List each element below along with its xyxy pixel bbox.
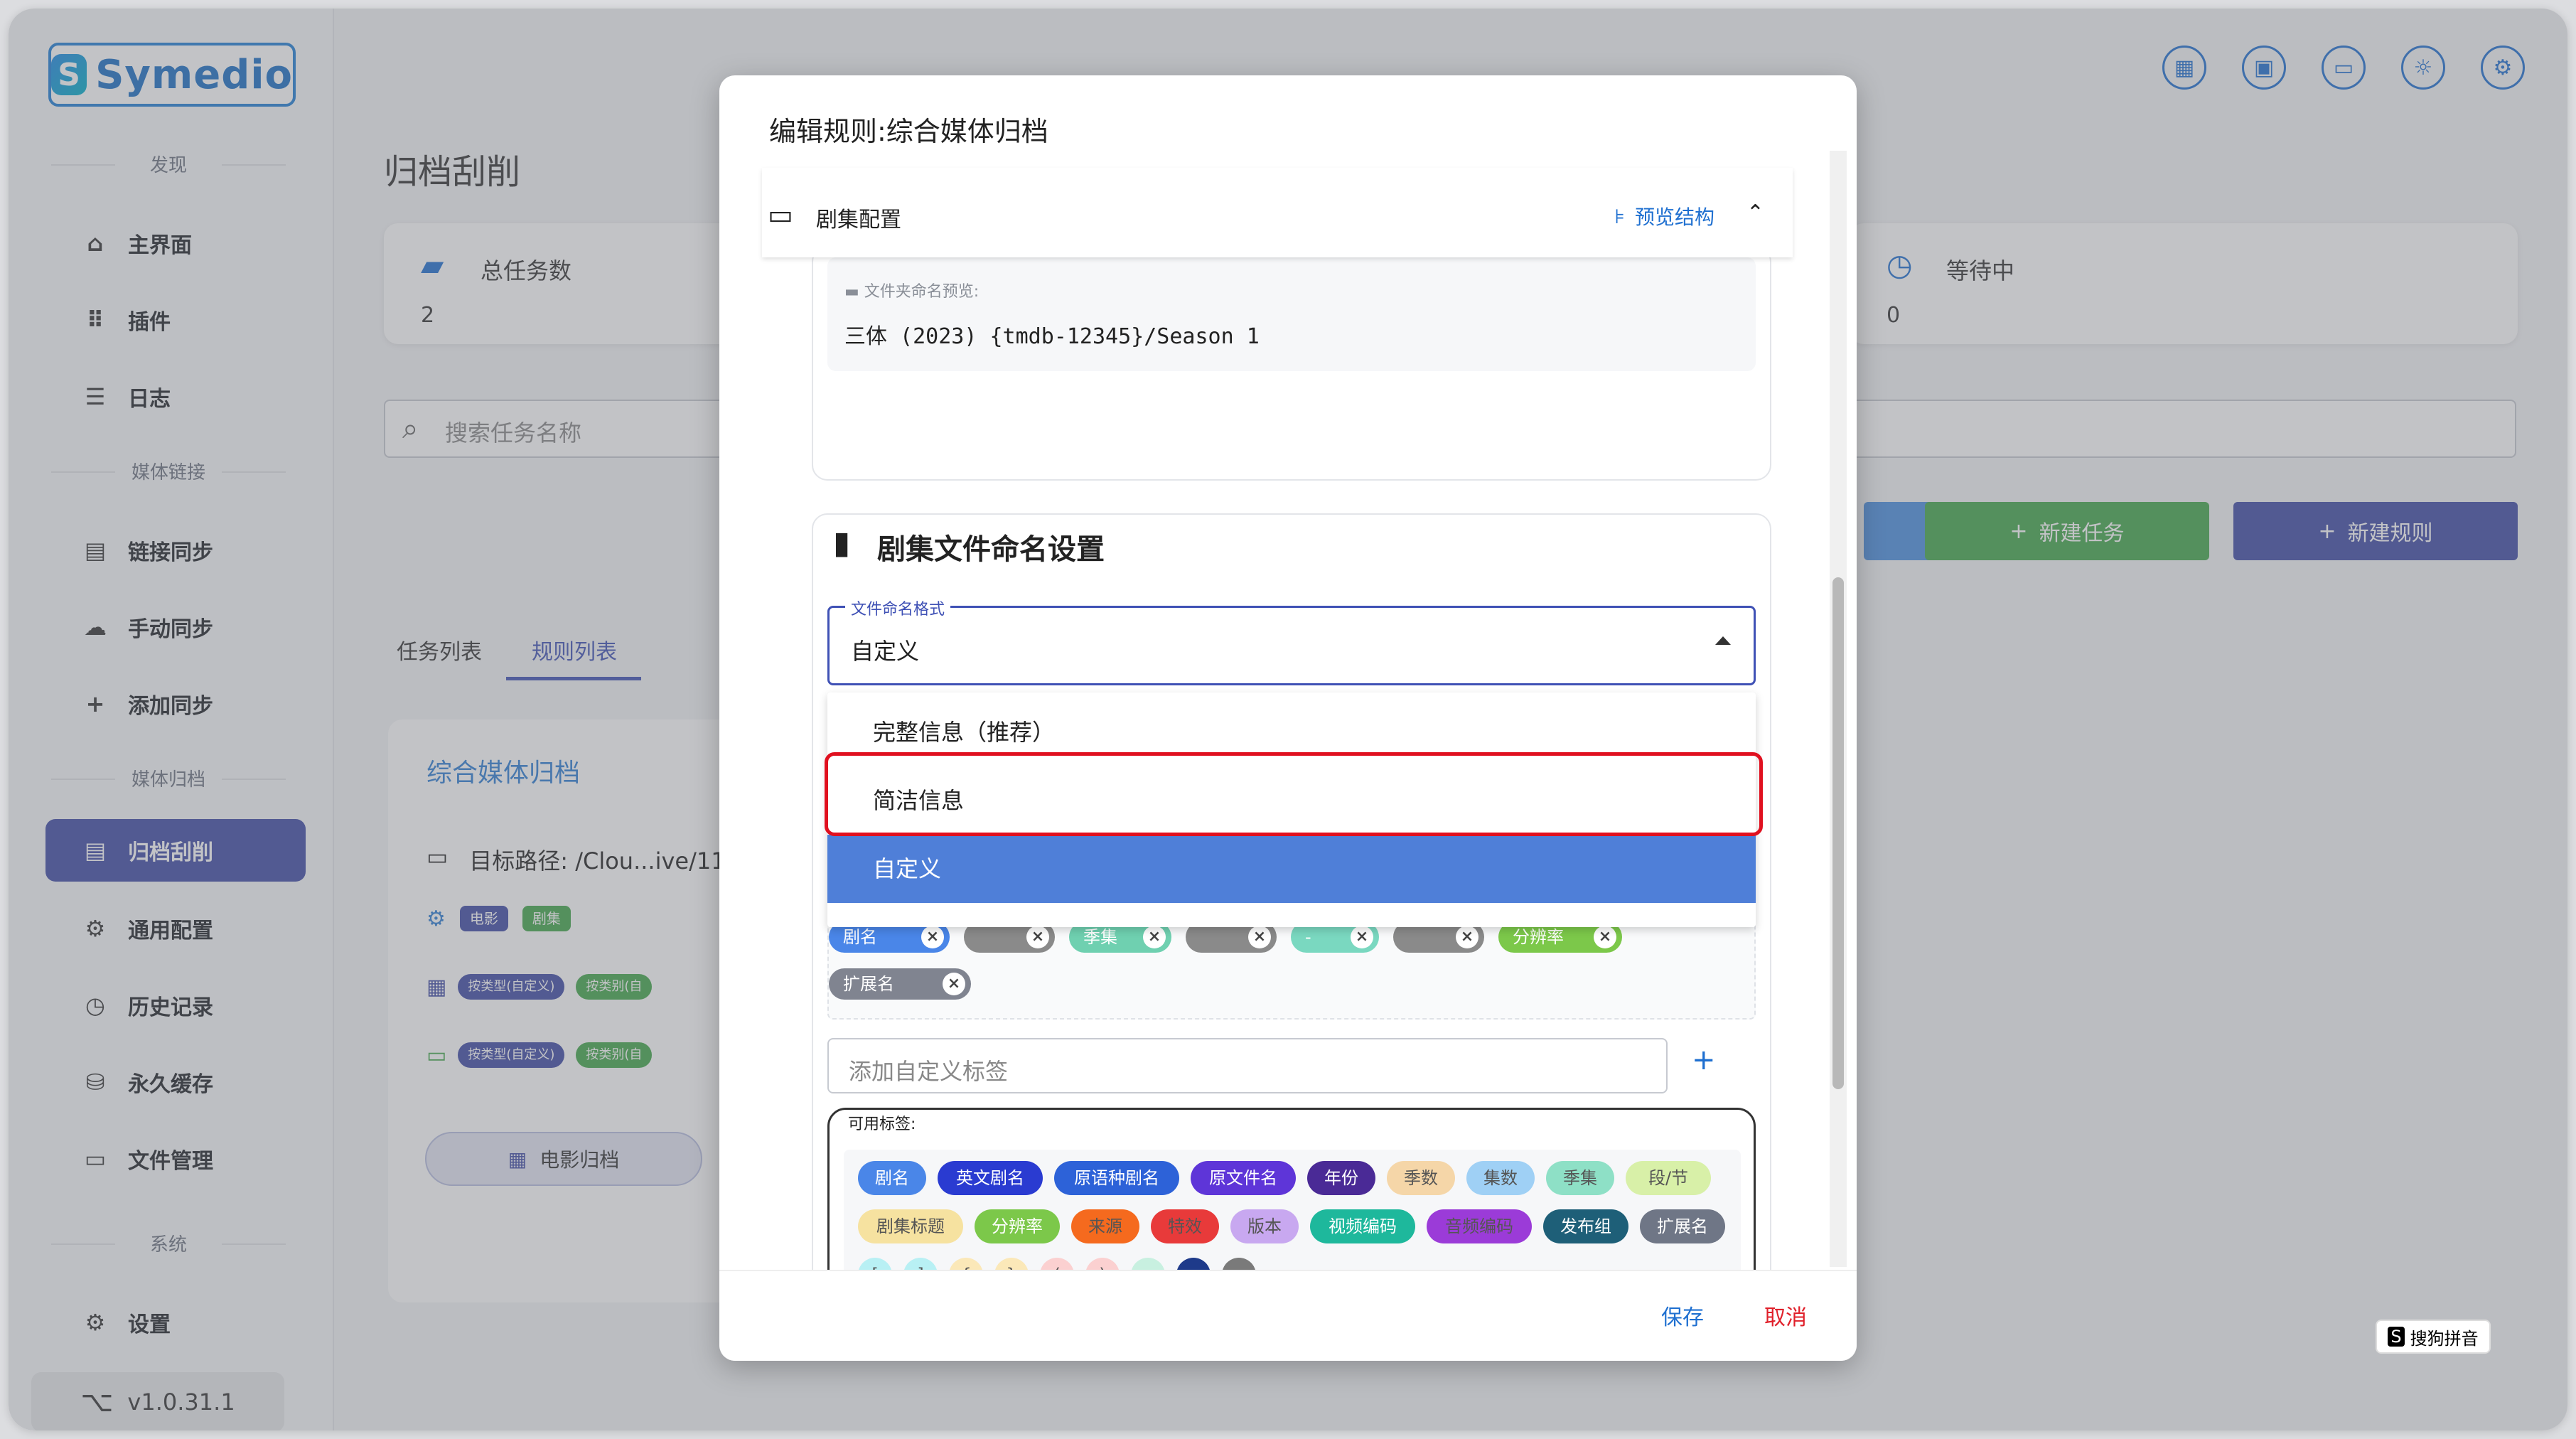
dialog-body: ▬ 文件夹命名预览: 三体 (2023) {tmdb-12345}/Season… — [719, 168, 1857, 1270]
caret-up-icon — [1715, 636, 1731, 645]
dialog-title: 编辑规则:综合媒体归档 — [769, 116, 1048, 147]
available-tag-chip[interactable]: 原文件名 — [1191, 1161, 1296, 1195]
ime-indicator: S 搜狗拼音 — [2376, 1320, 2491, 1354]
available-tag-chip[interactable]: 原语种剧名 — [1054, 1161, 1179, 1195]
available-tag-chip[interactable]: 英文剧名 — [938, 1161, 1043, 1195]
ime-label: 搜狗拼音 — [2410, 1328, 2479, 1349]
available-tag-chip[interactable]: 来源 — [1071, 1209, 1139, 1243]
close-icon[interactable]: × — [1248, 926, 1271, 948]
folder-preview-label: ▬ 文件夹命名预览: — [844, 279, 979, 301]
section-title: 剧集配置 — [816, 208, 901, 232]
available-tag-chip[interactable]: 集数 — [1466, 1161, 1535, 1195]
folder-preview-value: 三体 (2023) {tmdb-12345}/Season 1 — [844, 324, 1260, 349]
folder-icon: ▬ — [844, 283, 864, 301]
file-naming-title: 剧集文件命名设置 — [877, 533, 1105, 566]
edit-rule-dialog: 编辑规则:综合媒体归档 ▭ 剧集配置 ⊧ 预览结构 ⌃ ▬ 文件夹命名预览: 三体… — [719, 75, 1857, 1361]
available-tag-chip[interactable]: 版本 — [1230, 1209, 1299, 1243]
available-tag-chip[interactable]: ) — [1085, 1258, 1120, 1270]
available-tag-chip[interactable]: 特效 — [1151, 1209, 1219, 1243]
available-tags-list: 剧名 英文剧名 原语种剧名 原文件名 年份 季数 集数 季集 段/节剧集标题 分辨率 来源 特效 版本视… — [844, 1150, 1741, 1270]
selected-tag-chip[interactable]: 扩展名 × — [829, 968, 971, 1000]
section-header-tv[interactable]: ▭ 剧集配置 ⊧ 预览结构 ⌃ — [762, 168, 1793, 257]
available-tag-chip[interactable]: 季数 — [1387, 1161, 1455, 1195]
close-icon[interactable]: × — [943, 973, 965, 995]
available-tag-chip[interactable]: ( — [1040, 1258, 1074, 1270]
available-tag-chip[interactable]: 分辨率 — [975, 1209, 1060, 1243]
available-tag-chip[interactable]: 扩展名 — [1640, 1209, 1725, 1243]
scrollbar-thumb[interactable] — [1832, 577, 1844, 1089]
tag-label: 分辨率 — [1513, 927, 1564, 947]
available-tag-chip[interactable]: ] — [903, 1258, 938, 1270]
tag-label: - — [1305, 927, 1311, 947]
chevron-up-icon[interactable]: ⌃ — [1746, 200, 1764, 225]
naming-format-select[interactable]: 文件命名格式 自定义 — [827, 597, 1756, 685]
selection-highlight — [825, 752, 1763, 836]
folder-preview-card: ▬ 文件夹命名预览: 三体 (2023) {tmdb-12345}/Season… — [812, 246, 1771, 481]
available-tag-chip[interactable]: } — [994, 1258, 1029, 1270]
folder-preview-box: ▬ 文件夹命名预览: 三体 (2023) {tmdb-12345}/Season… — [827, 257, 1756, 371]
save-button[interactable]: 保存 — [1661, 1300, 1704, 1331]
add-tag-button[interactable]: + — [1692, 1044, 1716, 1076]
available-tag-chip[interactable] — [1222, 1258, 1256, 1270]
preview-structure-link[interactable]: ⊧ 预览结构 — [1614, 202, 1714, 230]
input-placeholder: 添加自定义标签 — [849, 1058, 1009, 1085]
available-tag-chip[interactable]: - — [1131, 1258, 1165, 1270]
close-icon[interactable]: × — [1351, 926, 1373, 948]
cancel-button[interactable]: 取消 — [1764, 1300, 1807, 1331]
available-tag-chip[interactable]: 季集 — [1546, 1161, 1614, 1195]
tag-label: 季集 — [1083, 927, 1117, 947]
selected-tags-area: 剧名 × × 季集 × × - × × 分辨率 × 扩展名 × — [827, 913, 1756, 1020]
select-label: 文件命名格式 — [845, 597, 951, 619]
app-window: S Symedio 发现 ⌂ 主界面 ⠿ 插件 ☰ 日志 媒体链接 ▤ 链接同步 ☁ 手动… — [9, 9, 2567, 1430]
available-tag-chip[interactable]: 剧集标题 — [858, 1209, 963, 1243]
available-tag-chip[interactable]: . — [1176, 1258, 1211, 1270]
available-tag-chip[interactable]: [ — [858, 1258, 892, 1270]
file-icon: ▮ — [833, 525, 851, 561]
tv-icon: ▭ — [768, 199, 793, 230]
tag-label: 剧名 — [843, 927, 877, 947]
available-tag-chip[interactable]: { — [949, 1258, 983, 1270]
available-tag-chip[interactable]: 视频编码 — [1310, 1209, 1415, 1243]
close-icon[interactable]: × — [1594, 926, 1616, 948]
available-tag-chip[interactable]: 音频编码 — [1427, 1209, 1532, 1243]
dialog-scrollbar[interactable] — [1830, 151, 1847, 1267]
sogou-icon: S — [2388, 1327, 2405, 1347]
available-tag-chip[interactable]: 剧名 — [858, 1161, 926, 1195]
tree-icon: ⊧ — [1614, 204, 1625, 228]
available-tag-chip[interactable]: 发布组 — [1543, 1209, 1628, 1243]
link-label: 预览结构 — [1634, 205, 1714, 229]
dialog-footer: 保存 取消 — [719, 1270, 1857, 1361]
close-icon[interactable]: × — [1143, 926, 1166, 948]
custom-tag-input[interactable]: 添加自定义标签 — [827, 1038, 1668, 1093]
select-value: 自定义 — [851, 638, 920, 665]
close-icon[interactable]: × — [921, 926, 944, 948]
label-text: 文件夹命名预览: — [864, 283, 980, 301]
tag-label: 扩展名 — [843, 974, 894, 994]
available-tags-box: 可用标签: 剧名 英文剧名 原语种剧名 原文件名 年份 季数 集数 季集 段/节剧集标题 分辨率来… — [827, 1108, 1756, 1270]
available-tags-label: 可用标签: — [844, 1111, 921, 1134]
menu-item-custom[interactable]: 自定义 — [827, 835, 1756, 903]
file-naming-card: ▮ 剧集文件命名设置 文件命名格式 自定义 剧名 × × 季集 × × - × × 分辨率 × 扩展名… — [812, 513, 1771, 1270]
available-tag-chip[interactable]: 年份 — [1307, 1161, 1375, 1195]
close-icon[interactable]: × — [1026, 926, 1049, 948]
close-icon[interactable]: × — [1456, 926, 1478, 948]
available-tag-chip[interactable]: 段/节 — [1626, 1161, 1711, 1195]
